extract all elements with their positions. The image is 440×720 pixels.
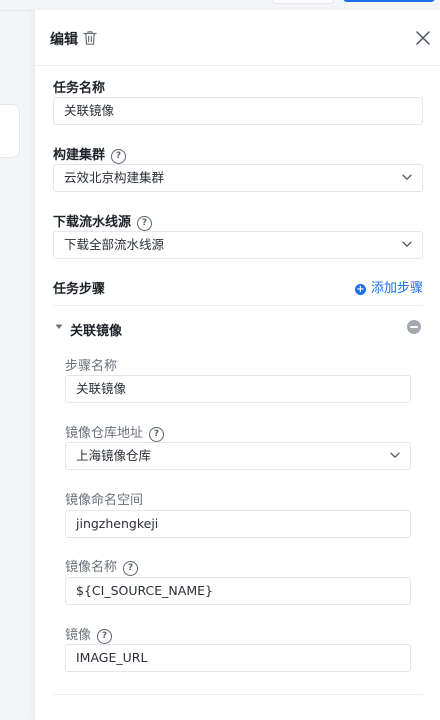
image-label: 镜像? (65, 624, 113, 644)
drawer-header: 编辑 (35, 10, 440, 66)
question-circle-icon[interactable]: ? (137, 216, 153, 231)
close-icon[interactable] (413, 28, 433, 48)
build-cluster-select[interactable]: 云效北京构建集群 (53, 164, 423, 192)
question-circle-icon[interactable]: ? (111, 149, 127, 164)
image-name-label-text: 镜像名称 (65, 560, 118, 575)
image-name-input[interactable]: ${CI_SOURCE_NAME} (65, 577, 411, 605)
minus-circle-icon[interactable] (407, 320, 421, 334)
add-step-button[interactable]: + 添加步骤 (354, 277, 423, 296)
step-title[interactable]: 关联镜像 (70, 320, 122, 339)
download-pipeline-source-label: 下载流水线源? (53, 211, 153, 231)
add-step-label: 添加步骤 (370, 281, 423, 296)
question-circle-icon[interactable]: ? (123, 561, 139, 576)
repo-address-select[interactable]: 上海镜像仓库 (65, 442, 411, 470)
namespace-label: 镜像命名空间 (65, 493, 144, 508)
build-cluster-label-text: 构建集群 (53, 148, 106, 163)
step-name-input[interactable]: 关联镜像 (65, 375, 411, 403)
chevron-down-icon (390, 452, 400, 458)
repo-address-value: 上海镜像仓库 (76, 448, 152, 463)
drawer-title: 编辑 (50, 32, 78, 48)
download-pipeline-source-select[interactable]: 下载全部流水线源 (53, 231, 423, 259)
task-name-input[interactable]: 关联镜像 (53, 97, 423, 125)
edit-drawer: 编辑 任务名称 关联镜像 构建集群? 云效北京构建集群 下载流水线源? 下载全部… (34, 10, 440, 720)
download-pipeline-source-value: 下载全部流水线源 (64, 237, 165, 252)
chevron-down-icon (402, 174, 412, 180)
plus-circle-icon: + (354, 284, 366, 295)
build-cluster-value: 云效北京构建集群 (64, 170, 165, 185)
image-label-text: 镜像 (65, 628, 92, 643)
step-bottom-divider (53, 694, 423, 695)
repo-address-label-text: 镜像仓库地址 (65, 426, 144, 441)
trash-icon[interactable] (83, 30, 97, 46)
chevron-down-icon (402, 241, 412, 247)
background-primary-button (343, 0, 435, 2)
question-circle-icon[interactable]: ? (97, 629, 113, 644)
step-name-label: 步骤名称 (65, 359, 118, 374)
background-divider (0, 10, 34, 11)
image-input[interactable]: IMAGE_URL (65, 644, 411, 672)
download-pipeline-source-label-text: 下载流水线源 (53, 215, 132, 230)
task-name-label: 任务名称 (53, 81, 106, 96)
build-cluster-label: 构建集群? (53, 144, 127, 164)
question-circle-icon[interactable]: ? (149, 427, 165, 442)
task-steps-label: 任务步骤 (53, 282, 106, 297)
namespace-input[interactable]: jingzhengkeji (65, 510, 411, 538)
background-secondary-button (272, 0, 334, 4)
steps-divider (53, 305, 423, 306)
caret-down-icon[interactable] (55, 324, 63, 330)
background-card (0, 104, 20, 158)
repo-address-label: 镜像仓库地址? (65, 422, 165, 442)
image-name-label: 镜像名称? (65, 556, 139, 576)
